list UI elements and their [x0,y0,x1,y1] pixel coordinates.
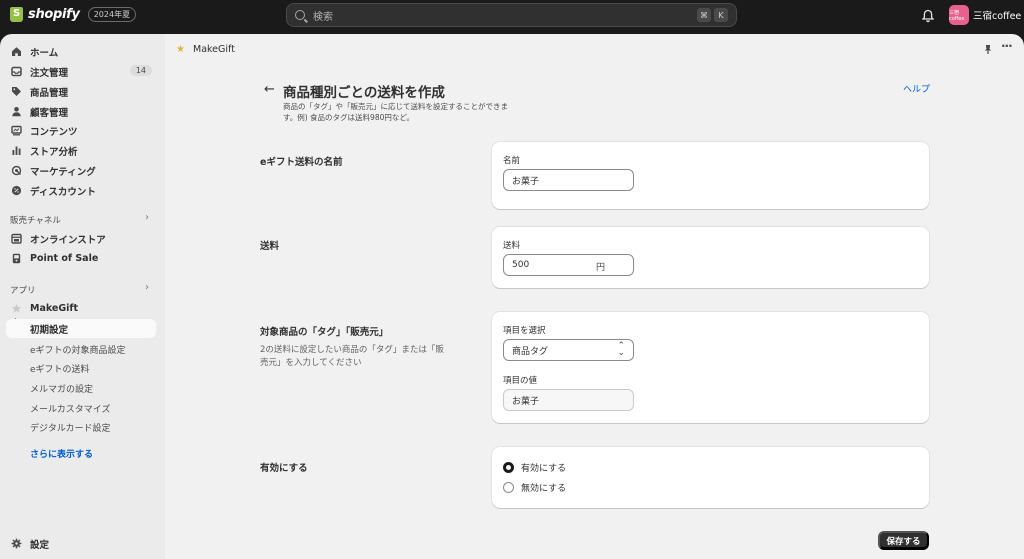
sidebar-item-label: マーケティング [30,166,96,178]
shipping-fee-input[interactable]: 500 円 [503,254,634,276]
sidebar-item-label: 初期設定 [30,324,69,336]
sidebar-item-label: 顧客管理 [30,107,69,119]
sidebar-item-label: 設定 [30,539,50,551]
shipping-card: 送料 500 円 [492,227,929,288]
sidebar-item-settings[interactable]: 設定 [6,534,156,553]
name-field-label: 名前 [503,156,521,166]
page-title: 商品種別ごとの送料を作成 [283,85,445,101]
sidebar-item-label: 商品管理 [30,87,69,99]
person-icon [11,106,22,117]
pos-icon [11,253,22,264]
app-header-title: MakeGift [193,44,235,55]
section-label-shipping: 送料 [260,241,280,252]
page-subtitle: 商品の「タグ」や「販売元」に応じて送料を設定することができま す。例) 食品のタ… [283,102,508,122]
sidebar-item-label: ディスカウント [30,186,96,198]
name-card: 名前 お菓子 [492,142,929,209]
select-chevron-icon: ⌃ ⌄ [617,341,625,358]
search-placeholder: 検索 [313,11,333,23]
shopify-bag-icon [10,7,23,22]
section-desc-target: 2の送料に設定したい商品の「タグ」または「販 売元」を入力してください [260,345,444,368]
radio-disable[interactable]: 無効にする [503,481,566,494]
radio-unselected-icon[interactable] [503,482,514,493]
target-card: 項目を選択 商品タグ ⌃ ⌄ 項目の値 お菓子 [492,312,929,423]
store-menu[interactable]: 三宿coffee 三宿coffee [949,5,1021,25]
gear-icon [11,538,22,549]
more-actions-icon[interactable]: ··· [1001,39,1013,53]
sales-channels-title: 販売チャネル [10,216,61,226]
search-bar[interactable]: 検索 ⌘ K [286,3,737,27]
sidebar-item-point-of-sale[interactable]: Point of Sale [6,249,156,268]
sidebar-item-label: オンラインストア [30,234,106,246]
sidebar-item-home[interactable]: ホーム [6,42,156,61]
sidebar-item-orders[interactable]: 注文管理 14 [6,62,156,81]
makegift-app-icon: ★ [176,44,185,55]
section-label-enabled: 有効にする [260,463,308,474]
enabled-card: 有効にする 無効にする [492,447,929,508]
sidebar-item-label: Point of Sale [30,253,99,264]
sidebar-subitem-digital-card[interactable]: デジタルカード設定 [30,421,111,434]
brand-name: shopify [28,7,80,22]
sidebar: ホーム 注文管理 14 商品管理 顧客管理 コンテンツ ストア分析 マーケティン… [0,34,165,559]
inbox-icon [11,66,22,77]
sidebar-item-marketing[interactable]: マーケティング [6,161,156,180]
store-avatar: 三宿coffee [949,5,969,25]
sidebar-item-makegift[interactable]: MakeGift [6,299,156,318]
sidebar-item-label: MakeGift [30,303,79,314]
sidebar-item-customers[interactable]: 顧客管理 [6,102,156,121]
apps-title: アプリ [10,286,36,296]
chevron-right-icon[interactable]: › [145,282,149,293]
makegift-app-icon [11,303,22,314]
orders-count-badge: 14 [129,65,152,76]
store-icon [11,233,22,244]
section-label-target: 対象商品の「タグ」「販売元」 [260,327,389,338]
content-icon [11,125,22,136]
radio-selected-icon[interactable] [503,462,514,473]
yen-suffix: 円 [595,263,605,273]
show-more-link[interactable]: さらに表示する [30,447,93,460]
value-field-label: 項目の値 [503,376,538,386]
shipping-field-label: 送料 [503,241,521,251]
top-bar: shopify 2024年夏 検索 ⌘ K 三宿coffee 三宿coffee [0,0,1024,34]
sidebar-item-discounts[interactable]: ディスカウント [6,181,156,200]
sidebar-item-label: ホーム [30,47,59,59]
shopify-logo[interactable]: shopify 2024年夏 [10,7,137,22]
sidebar-item-online-store[interactable]: オンラインストア [6,229,156,248]
sidebar-subitem-newsletter[interactable]: メルマガの設定 [30,382,93,395]
command-key: ⌘ [697,8,711,22]
k-key: K [714,8,728,22]
search-icon [295,10,305,20]
target-icon [11,165,22,176]
item-value-input[interactable]: お菓子 [503,389,634,411]
sidebar-subitem-shipping[interactable]: eギフトの送料 [30,362,90,375]
sidebar-subitem-target-products[interactable]: eギフトの対象商品設定 [30,343,126,356]
sidebar-item-label: コンテンツ [30,126,78,138]
tag-icon [11,86,22,97]
store-name: 三宿coffee [973,11,1022,22]
chevron-right-icon[interactable]: › [145,212,149,223]
sidebar-item-content[interactable]: コンテンツ [6,121,156,140]
sidebar-item-label: 注文管理 [30,67,69,79]
bell-icon[interactable] [921,9,935,23]
select-field-label: 項目を選択 [503,326,546,336]
help-link[interactable]: ヘルプ [903,82,930,95]
main-content: ★ MakeGift ··· ← 商品種別ごとの送料を作成 商品の「タグ」や「販… [165,34,1024,559]
sidebar-item-label: ストア分析 [30,146,78,158]
section-label-name: eギフト送料の名前 [260,157,343,168]
back-arrow-icon[interactable]: ← [264,82,275,97]
sidebar-item-analytics[interactable]: ストア分析 [6,141,156,160]
item-type-select[interactable]: 商品タグ ⌃ ⌄ [503,339,634,361]
home-icon [11,46,22,57]
chart-icon [11,145,22,156]
discount-icon [11,185,22,196]
pin-icon[interactable] [983,44,993,58]
sidebar-item-products[interactable]: 商品管理 [6,82,156,101]
name-input[interactable]: お菓子 [503,169,634,191]
sidebar-subitem-mail-customize[interactable]: メールカスタマイズ [30,402,110,415]
sidebar-item-initial-settings[interactable]: 初期設定 [6,319,156,338]
radio-enable[interactable]: 有効にする [503,461,566,474]
app-header: ★ MakeGift ··· [165,34,1024,64]
save-button[interactable]: 保存する [878,531,929,550]
edition-badge: 2024年夏 [87,7,137,22]
